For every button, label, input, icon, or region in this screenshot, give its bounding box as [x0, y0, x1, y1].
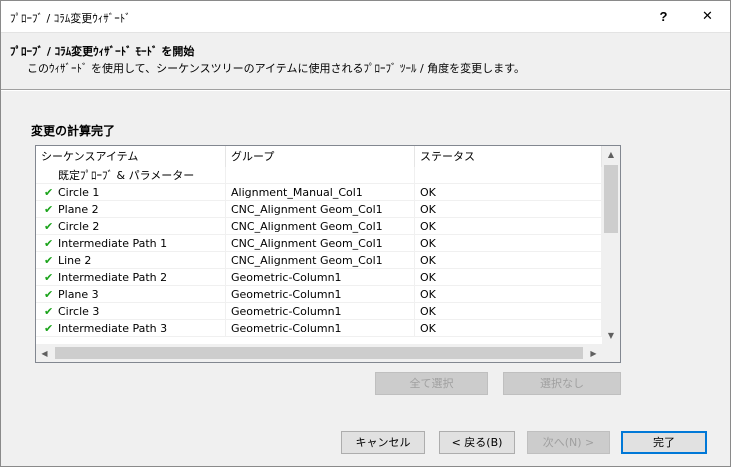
table-row[interactable]: ✔ Intermediate Path 3 Geometric-Column1 OK	[36, 320, 602, 337]
scroll-up-icon[interactable]: ▲	[602, 146, 620, 163]
group-label: 既定ﾌﾟﾛｰﾌﾞ & パラメーター	[36, 167, 226, 184]
vertical-scroll-thumb[interactable]	[604, 165, 618, 233]
section-title: 変更の計算完了	[31, 124, 116, 138]
row-item-cell: ✔ Circle 1	[36, 184, 226, 201]
row-item-cell: ✔ Intermediate Path 2	[36, 269, 226, 286]
row-group-cell: CNC_Alignment Geom_Col1	[226, 218, 415, 235]
check-icon: ✔	[44, 254, 54, 267]
row-group-cell: CNC_Alignment Geom_Col1	[226, 252, 415, 269]
row-status-cell: OK	[415, 235, 602, 252]
row-item-label: Plane 3	[58, 288, 99, 301]
row-status-cell: OK	[415, 184, 602, 201]
row-status-cell: OK	[415, 252, 602, 269]
check-icon: ✔	[44, 322, 54, 335]
row-status-cell: OK	[415, 218, 602, 235]
row-group-cell: Geometric-Column1	[226, 320, 415, 337]
row-item-cell: ✔ Circle 3	[36, 303, 226, 320]
row-item-cell: ✔ Plane 3	[36, 286, 226, 303]
check-icon: ✔	[44, 203, 54, 216]
scroll-corner	[602, 344, 620, 362]
row-status-cell: OK	[415, 303, 602, 320]
row-status-cell: OK	[415, 320, 602, 337]
row-status-cell: OK	[415, 201, 602, 218]
check-icon: ✔	[44, 305, 54, 318]
row-group-cell: CNC_Alignment Geom_Col1	[226, 201, 415, 218]
sequence-list[interactable]: シーケンスアイテム グループ ステータス 既定ﾌﾟﾛｰﾌﾞ & パラメーター ✔…	[35, 145, 621, 363]
table-row[interactable]: ✔ Plane 3 Geometric-Column1 OK	[36, 286, 602, 303]
table-row[interactable]: ✔ Plane 2 CNC_Alignment Geom_Col1 OK	[36, 201, 602, 218]
row-item-cell: ✔ Intermediate Path 3	[36, 320, 226, 337]
check-icon: ✔	[44, 271, 54, 284]
row-item-cell: ✔ Intermediate Path 1	[36, 235, 226, 252]
row-item-label: Circle 2	[58, 220, 100, 233]
row-item-cell: ✔ Line 2	[36, 252, 226, 269]
scroll-right-icon[interactable]: ▶	[585, 344, 602, 362]
select-all-button[interactable]: 全て選択	[375, 372, 488, 395]
list-header: シーケンスアイテム グループ ステータス	[36, 146, 602, 167]
header-title: ﾌﾟﾛｰﾌﾞ / ｺﾗﾑ変更ｳｨｻﾞｰﾄﾞ ﾓｰﾄﾞ を開始	[10, 45, 195, 58]
help-button[interactable]: ?	[641, 1, 686, 32]
window-title: ﾌﾟﾛｰﾌﾞ / ｺﾗﾑ変更ｳｨｻﾞｰﾄﾞ	[10, 12, 131, 25]
row-status-cell: OK	[415, 286, 602, 303]
table-row[interactable]: ✔ Intermediate Path 1 CNC_Alignment Geom_C…	[36, 235, 602, 252]
table-row[interactable]: ✔ Circle 3 Geometric-Column1 OK	[36, 303, 602, 320]
select-none-button[interactable]: 選択なし	[503, 372, 621, 395]
header-description: このｳｨｻﾞｰﾄﾞ を使用して、シーケンスツリーのアイテムに使用されるﾌﾟﾛｰﾌ…	[27, 62, 526, 75]
close-button[interactable]: ✕	[685, 1, 730, 32]
horizontal-scrollbar[interactable]: ◀ ▶	[36, 344, 602, 362]
check-icon: ✔	[44, 220, 54, 233]
check-icon: ✔	[44, 237, 54, 250]
check-icon: ✔	[44, 288, 54, 301]
row-group-cell: Geometric-Column1	[226, 286, 415, 303]
row-item-label: Circle 3	[58, 305, 100, 318]
row-item-label: Intermediate Path 2	[58, 271, 168, 284]
row-container: ✔ Circle 1 Alignment_Manual_Col1 OK ✔ Plane 2…	[36, 184, 602, 337]
row-status-cell: OK	[415, 269, 602, 286]
table-row[interactable]: ✔ Circle 1 Alignment_Manual_Col1 OK	[36, 184, 602, 201]
table-row[interactable]: ✔ Line 2 CNC_Alignment Geom_Col1 OK	[36, 252, 602, 269]
row-item-cell: ✔ Plane 2	[36, 201, 226, 218]
row-item-label: Line 2	[58, 254, 92, 267]
wizard-window: ﾌﾟﾛｰﾌﾞ / ｺﾗﾑ変更ｳｨｻﾞｰﾄﾞ ? ✕ ﾌﾟﾛｰﾌﾞ / ｺﾗﾑ変更…	[0, 0, 731, 467]
cancel-button[interactable]: キャンセル	[341, 431, 425, 454]
back-button[interactable]: < 戻る(B)	[439, 431, 515, 454]
row-item-label: Circle 1	[58, 186, 100, 199]
title-bar: ﾌﾟﾛｰﾌﾞ / ｺﾗﾑ変更ｳｨｻﾞｰﾄﾞ ? ✕	[1, 1, 730, 32]
check-icon: ✔	[44, 186, 54, 199]
row-item-label: Intermediate Path 3	[58, 322, 168, 335]
next-button[interactable]: 次へ(N) >	[527, 431, 610, 454]
header-divider	[1, 89, 730, 91]
vertical-scrollbar[interactable]: ▲ ▼	[602, 146, 620, 344]
table-row[interactable]: ✔ Circle 2 CNC_Alignment Geom_Col1 OK	[36, 218, 602, 235]
row-group-cell: Geometric-Column1	[226, 303, 415, 320]
row-item-label: Plane 2	[58, 203, 99, 216]
scroll-down-icon[interactable]: ▼	[602, 327, 620, 344]
column-header-status[interactable]: ステータス	[415, 146, 602, 167]
horizontal-scroll-thumb[interactable]	[55, 347, 583, 359]
table-row[interactable]: ✔ Intermediate Path 2 Geometric-Column1 OK	[36, 269, 602, 286]
wizard-header: ﾌﾟﾛｰﾌﾞ / ｺﾗﾑ変更ｳｨｻﾞｰﾄﾞ ﾓｰﾄﾞ を開始 このｳｨｻﾞｰﾄﾞ…	[1, 32, 730, 89]
row-group-cell: CNC_Alignment Geom_Col1	[226, 235, 415, 252]
list-rows: 既定ﾌﾟﾛｰﾌﾞ & パラメーター ✔ Circle 1 Alignment_Man…	[36, 167, 602, 337]
column-header-item[interactable]: シーケンスアイテム	[36, 146, 226, 167]
scroll-left-icon[interactable]: ◀	[36, 344, 53, 362]
row-item-label: Intermediate Path 1	[58, 237, 168, 250]
close-icon: ✕	[702, 9, 713, 24]
row-group-cell: Alignment_Manual_Col1	[226, 184, 415, 201]
group-row[interactable]: 既定ﾌﾟﾛｰﾌﾞ & パラメーター	[36, 167, 602, 184]
column-header-group[interactable]: グループ	[226, 146, 415, 167]
row-item-cell: ✔ Circle 2	[36, 218, 226, 235]
row-group-cell: Geometric-Column1	[226, 269, 415, 286]
finish-button[interactable]: 完了	[621, 431, 707, 454]
